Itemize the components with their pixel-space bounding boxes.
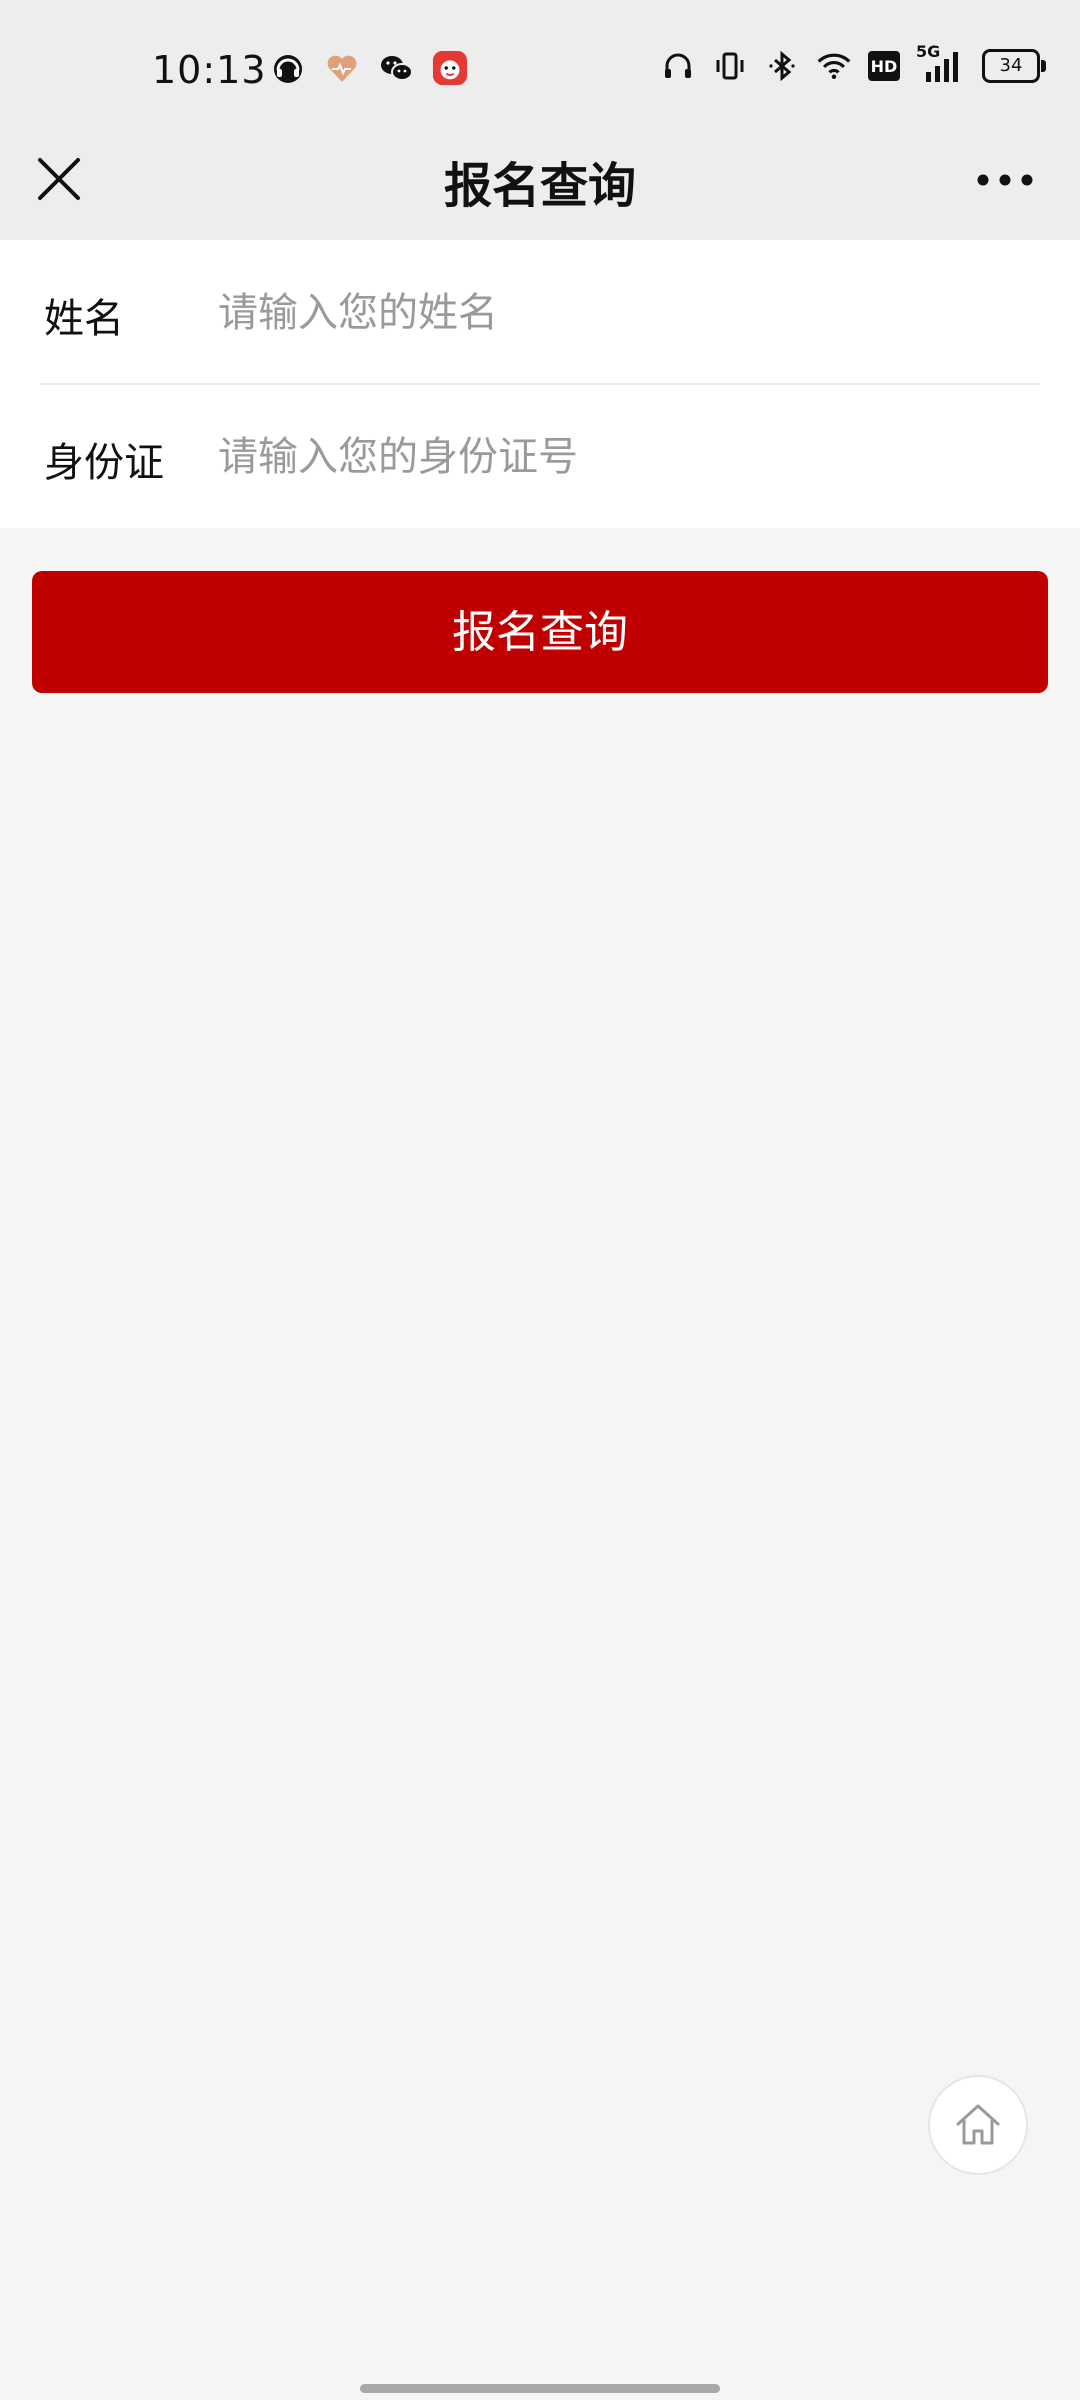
query-submit-button[interactable]: 报名查询 [32, 571, 1048, 693]
system-icons: HD 5G 34 [660, 42, 1046, 84]
headset-icon [660, 48, 696, 84]
signal-5g-icon: 5G [916, 42, 966, 84]
notification-icons [270, 50, 468, 86]
bluetooth-icon [764, 48, 800, 84]
status-time: 10:13 [152, 48, 267, 92]
home-button[interactable] [928, 2075, 1028, 2175]
red-app-icon [432, 50, 468, 86]
headphones-app-icon [270, 50, 306, 86]
more-dots-icon[interactable] [970, 160, 1040, 200]
battery-icon: 34 [982, 49, 1046, 83]
id-card-row: 身份证 [0, 384, 1080, 528]
wechat-icon [378, 50, 414, 86]
nav-bar: 报名查询 [0, 120, 1080, 240]
vibrate-icon [712, 48, 748, 84]
status-bar: 10:13 HD 5G 34 [0, 0, 1080, 120]
query-form: 姓名 身份证 [0, 240, 1080, 528]
page-title: 报名查询 [443, 158, 636, 214]
name-label: 姓名 [44, 296, 124, 342]
id-card-input[interactable] [216, 418, 1040, 496]
hd-icon: HD [868, 51, 900, 81]
id-card-label: 身份证 [44, 440, 164, 486]
name-row: 姓名 [0, 240, 1080, 385]
gesture-bar[interactable] [360, 2384, 720, 2393]
home-icon [956, 2104, 1000, 2145]
heart-health-icon [324, 50, 360, 86]
name-input[interactable] [216, 274, 1040, 352]
wifi-icon [816, 48, 852, 84]
